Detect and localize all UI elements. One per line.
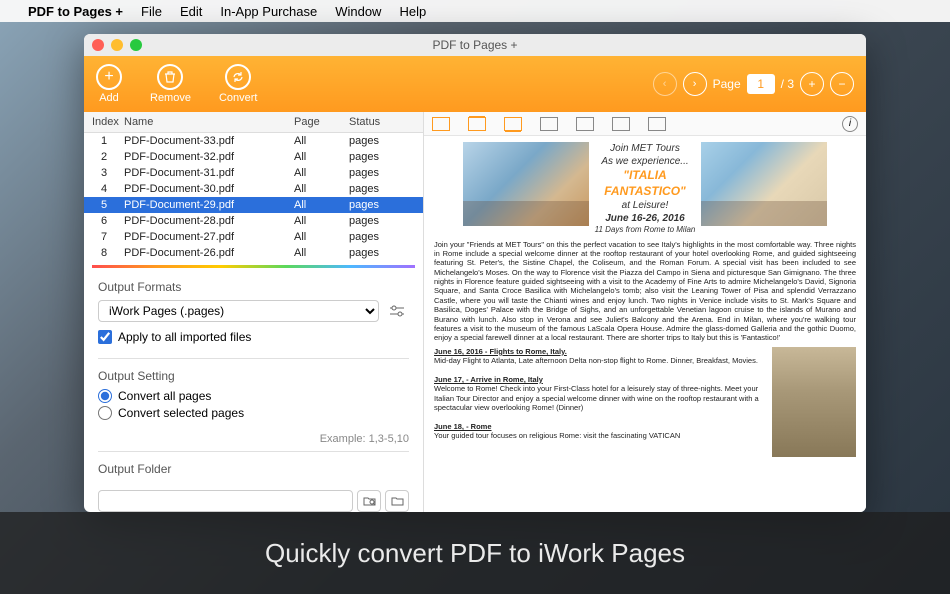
- table-row[interactable]: 2PDF-Document-32.pdfAllpages: [84, 149, 423, 165]
- app-window: PDF to Pages + + Add Remove Convert ‹ › …: [84, 34, 866, 512]
- page-navigation: ‹ › Page / 3 + −: [653, 72, 854, 96]
- window-titlebar: PDF to Pages +: [84, 34, 866, 56]
- schedule-image: [772, 347, 856, 457]
- menubar-app-name[interactable]: PDF to Pages +: [28, 4, 123, 19]
- header-status[interactable]: Status: [349, 116, 414, 128]
- table-header: Index Name Page Status: [84, 112, 423, 133]
- remove-button[interactable]: Remove: [150, 64, 191, 104]
- file-list: 1PDF-Document-33.pdfAllpages2PDF-Documen…: [84, 133, 423, 261]
- menu-file[interactable]: File: [141, 4, 162, 19]
- left-panel: Index Name Page Status 1PDF-Document-33.…: [84, 112, 424, 512]
- header-index[interactable]: Index: [84, 116, 124, 128]
- table-row[interactable]: 8PDF-Document-26.pdfAllpages: [84, 245, 423, 261]
- crop-right-icon[interactable]: [576, 117, 594, 131]
- doc-intro: Join your "Friends at MET Tours" on this…: [434, 240, 856, 343]
- system-menubar: PDF to Pages + File Edit In-App Purchase…: [0, 0, 950, 22]
- convert-selected-label: Convert selected pages: [118, 406, 244, 420]
- menu-edit[interactable]: Edit: [180, 4, 202, 19]
- table-row[interactable]: 7PDF-Document-27.pdfAllpages: [84, 229, 423, 245]
- convert-all-radio[interactable]: [98, 389, 112, 403]
- convert-label: Convert: [219, 92, 258, 104]
- output-setting-title: Output Setting: [98, 369, 409, 383]
- output-folder-input[interactable]: [98, 490, 353, 512]
- hero-text: Join MET Tours As we experience... "ITAL…: [595, 142, 696, 236]
- add-button[interactable]: + Add: [96, 64, 122, 104]
- document-preview[interactable]: Join MET Tours As we experience... "ITAL…: [424, 136, 866, 512]
- plus-icon: +: [96, 64, 122, 90]
- crop-top-icon[interactable]: [468, 117, 486, 131]
- convert-selected-radio[interactable]: [98, 406, 112, 420]
- zoom-out-button[interactable]: −: [830, 72, 854, 96]
- menu-help[interactable]: Help: [399, 4, 426, 19]
- hero-image-venice: [701, 142, 827, 226]
- apply-all-checkbox-row[interactable]: Apply to all imported files: [98, 330, 409, 344]
- menu-window[interactable]: Window: [335, 4, 381, 19]
- trash-icon: [157, 64, 183, 90]
- output-formats-section: Output Formats iWork Pages (.pages) Appl…: [84, 276, 423, 352]
- crop-reset-icon[interactable]: [612, 117, 630, 131]
- table-row[interactable]: 3PDF-Document-31.pdfAllpages: [84, 165, 423, 181]
- hero-image-rome: [463, 142, 589, 226]
- doc-schedule: June 16, 2016 - Flights to Rome, Italy.M…: [434, 347, 766, 457]
- main-content: Index Name Page Status 1PDF-Document-33.…: [84, 112, 866, 512]
- page-total: / 3: [781, 77, 794, 91]
- convert-all-radio-row[interactable]: Convert all pages: [98, 389, 409, 403]
- format-settings-button[interactable]: [385, 300, 409, 322]
- divider: [98, 358, 409, 359]
- divider-2: [98, 451, 409, 452]
- convert-selected-radio-row[interactable]: Convert selected pages: [98, 406, 409, 420]
- output-folder-section: Output Folder: [84, 458, 423, 490]
- menu-iap[interactable]: In-App Purchase: [220, 4, 317, 19]
- convert-button[interactable]: Convert: [219, 64, 258, 104]
- main-toolbar: + Add Remove Convert ‹ › Page / 3 + −: [84, 56, 866, 112]
- table-row[interactable]: 4PDF-Document-30.pdfAllpages: [84, 181, 423, 197]
- info-button[interactable]: i: [842, 116, 858, 132]
- marketing-caption: Quickly convert PDF to iWork Pages: [265, 538, 685, 569]
- browse-folder-button[interactable]: [385, 490, 409, 512]
- crop-full-icon[interactable]: [432, 117, 450, 131]
- crop-toolbar: i: [424, 112, 866, 136]
- table-row[interactable]: 1PDF-Document-33.pdfAllpages: [84, 133, 423, 149]
- apply-all-label: Apply to all imported files: [118, 330, 251, 344]
- marketing-caption-bar: Quickly convert PDF to iWork Pages: [0, 512, 950, 594]
- header-page[interactable]: Page: [294, 116, 349, 128]
- example-text: Example: 1,3-5,10: [84, 433, 423, 445]
- add-label: Add: [99, 92, 119, 104]
- apply-all-checkbox[interactable]: [98, 330, 112, 344]
- header-name[interactable]: Name: [124, 116, 294, 128]
- table-row[interactable]: 6PDF-Document-28.pdfAllpages: [84, 213, 423, 229]
- next-page-button[interactable]: ›: [683, 72, 707, 96]
- output-formats-title: Output Formats: [98, 280, 409, 294]
- reveal-folder-button[interactable]: [357, 490, 381, 512]
- crop-bottom-icon[interactable]: [504, 117, 522, 131]
- zoom-in-button[interactable]: +: [800, 72, 824, 96]
- table-row[interactable]: 5PDF-Document-29.pdfAllpages: [84, 197, 423, 213]
- format-select[interactable]: iWork Pages (.pages): [98, 300, 379, 322]
- preview-panel: i Join MET Tours As we experience... "IT…: [424, 112, 866, 512]
- crop-left-icon[interactable]: [540, 117, 558, 131]
- page-label: Page: [713, 77, 741, 91]
- output-setting-section: Output Setting Convert all pages Convert…: [84, 365, 423, 431]
- rainbow-divider: [92, 265, 415, 268]
- crop-custom-icon[interactable]: [648, 117, 666, 131]
- refresh-icon: [225, 64, 251, 90]
- convert-all-label: Convert all pages: [118, 389, 211, 403]
- page-number-input[interactable]: [747, 74, 775, 94]
- window-title: PDF to Pages +: [84, 38, 866, 52]
- prev-page-button[interactable]: ‹: [653, 72, 677, 96]
- remove-label: Remove: [150, 92, 191, 104]
- output-folder-title: Output Folder: [98, 462, 409, 476]
